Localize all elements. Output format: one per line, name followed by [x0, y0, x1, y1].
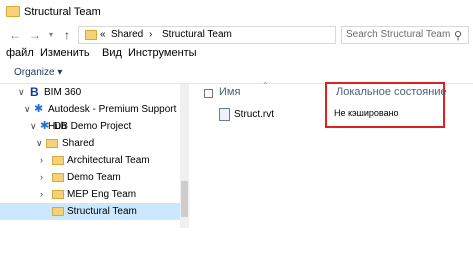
menu-tools[interactable]: Инструменты	[128, 47, 197, 59]
tree-item-shared[interactable]: ∨ Shared	[0, 135, 180, 152]
chevron-down-icon: ▾	[48, 30, 53, 39]
tree-item-label: Demo Team	[67, 172, 121, 183]
breadcrumb-separator[interactable]: ›	[149, 29, 152, 40]
tree-item-architectural-team[interactable]: › Architectural Team	[0, 152, 180, 169]
breadcrumb-shared[interactable]: Shared	[111, 29, 143, 40]
folder-icon	[46, 139, 58, 148]
chevron-down-icon[interactable]: ∨	[18, 84, 25, 101]
tree-item-label: BIM 360	[44, 87, 82, 98]
sort-caret-icon: ⌃	[262, 81, 269, 90]
column-header-name[interactable]: Имя	[219, 86, 240, 98]
chevron-down-icon[interactable]: ∨	[36, 135, 43, 152]
tree-item-label: MEP Eng Team	[67, 189, 137, 200]
chevron-right-icon[interactable]: ›	[40, 152, 43, 169]
folder-icon	[85, 30, 97, 40]
tree-item-label: Structural Team	[67, 206, 137, 217]
search-placeholder: Search Structural Team	[346, 29, 451, 40]
menu-view[interactable]: Вид	[102, 47, 122, 59]
breadcrumb-overflow[interactable]: «	[100, 29, 106, 40]
local-state-value: Не кэшировано	[334, 108, 399, 118]
command-bar	[0, 62, 473, 84]
folder-icon	[6, 6, 20, 17]
up-button[interactable]: ↑	[60, 28, 74, 42]
tree-scrollbar-thumb[interactable]	[181, 181, 188, 217]
tree-item-demo-team[interactable]: › Demo Team	[0, 169, 180, 186]
chevron-down-icon[interactable]: ∨	[30, 118, 37, 135]
breadcrumb-current[interactable]: Structural Team	[162, 29, 232, 40]
chevron-down-icon[interactable]: ∨	[24, 101, 31, 118]
file-item-struct-rvt[interactable]: Struct.rvt	[234, 109, 274, 120]
organize-button[interactable]: Organize ▾	[14, 67, 62, 78]
tree-item-mep-eng-team[interactable]: › MEP Eng Team	[0, 186, 180, 203]
chevron-right-icon[interactable]: ›	[40, 186, 43, 203]
hub-icon: ✱	[34, 103, 44, 115]
arrow-up-icon: ↑	[64, 28, 70, 42]
revit-file-icon	[219, 108, 230, 121]
column-header-local-state[interactable]: Локальное состояние	[336, 86, 447, 98]
menu-edit[interactable]: Изменить	[40, 47, 90, 59]
recent-locations-button[interactable]: ▾	[44, 28, 58, 42]
tree-item-label: DB Demo Project	[54, 121, 132, 132]
chevron-right-icon[interactable]: ›	[40, 169, 43, 186]
forward-button[interactable]: →	[28, 28, 42, 42]
window-title: Structural Team	[24, 6, 101, 18]
tree-item-label: Architectural Team	[67, 155, 150, 166]
folder-icon	[52, 190, 64, 199]
project-icon: ✱	[40, 120, 50, 132]
folder-icon	[52, 173, 64, 182]
back-button[interactable]: ←	[8, 28, 22, 42]
tree-item-project[interactable]: ∨ ✱ DB Demo Project	[0, 118, 180, 135]
select-all-checkbox[interactable]	[204, 89, 213, 98]
arrow-left-icon: ←	[9, 28, 21, 42]
menu-file[interactable]: файл	[6, 47, 34, 59]
tree-item-hub[interactable]: ∨ ✱ Autodesk - Premium Support Hub	[0, 101, 180, 132]
folder-icon	[52, 156, 64, 165]
tree-item-label: Shared	[62, 138, 95, 149]
tree-item-bim360[interactable]: ∨ B BIM 360	[0, 84, 180, 101]
tree-item-structural-team[interactable]: Structural Team	[0, 203, 180, 220]
bim360-logo-icon: B	[30, 85, 39, 99]
search-icon[interactable]: ⚲	[454, 29, 462, 42]
folder-icon	[52, 207, 64, 216]
arrow-right-icon: →	[29, 28, 41, 42]
